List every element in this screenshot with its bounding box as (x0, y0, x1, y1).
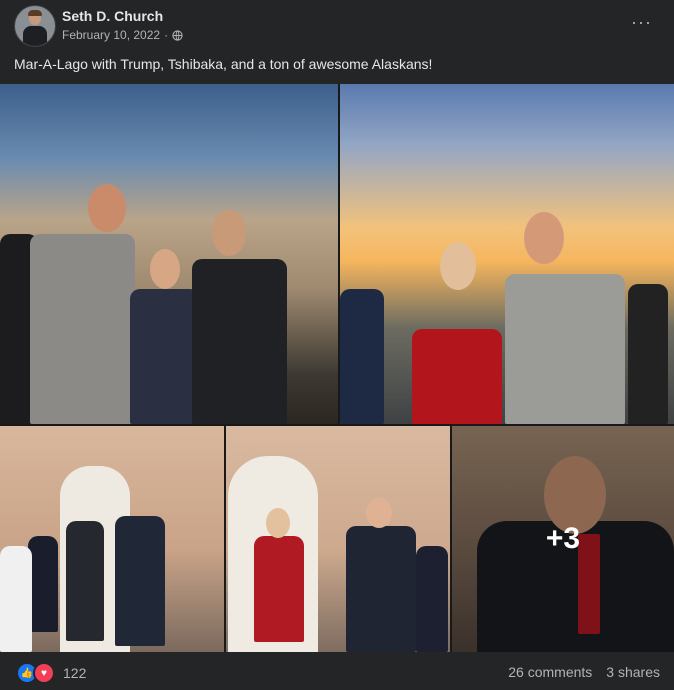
post-date[interactable]: February 10, 2022 (62, 28, 160, 42)
photo-figure (416, 546, 448, 652)
photo-figure (346, 526, 416, 652)
reaction-count: 122 (63, 665, 87, 681)
post-caption: Mar-A-Lago with Trump, Tshibaka, and a t… (14, 56, 433, 72)
photo-figure (412, 329, 502, 424)
shares-count-link[interactable]: 3 shares (606, 664, 660, 680)
photo-figure-head (212, 210, 246, 256)
photo-figure (254, 536, 304, 642)
post-header: Seth D. Church February 10, 2022 · ··· (0, 0, 674, 50)
photo-figure-head (366, 498, 392, 528)
post-stats: 26 comments 3 shares (508, 664, 660, 680)
photo-figure (130, 289, 200, 424)
photo-figure (28, 536, 58, 632)
author-avatar[interactable] (14, 5, 56, 47)
photo-figure (66, 521, 104, 641)
photo-figure (0, 546, 32, 652)
photo-figure-head (440, 242, 476, 290)
more-photos-count[interactable]: +3 (452, 426, 674, 652)
meta-separator: · (164, 28, 169, 42)
photo-2[interactable] (340, 84, 674, 424)
reactions-summary[interactable]: 👍 ♥ 122 (16, 662, 86, 684)
post-meta: February 10, 2022 · (62, 28, 183, 42)
photo-figure (192, 259, 287, 424)
photo-figure-head (150, 249, 180, 289)
photo-figure (115, 516, 165, 646)
photo-figure-head (524, 212, 564, 264)
avatar-hair (28, 10, 42, 16)
avatar-body (23, 26, 47, 46)
globe-icon[interactable] (172, 29, 183, 41)
post-footer: 👍 ♥ 122 26 comments 3 shares (0, 652, 674, 690)
photo-grid: +3 (0, 84, 674, 652)
photo-5[interactable]: +3 (452, 426, 674, 652)
photo-4[interactable] (226, 426, 450, 652)
photo-figure (340, 289, 384, 424)
more-options-button[interactable]: ··· (631, 12, 652, 33)
photo-figure-head (88, 184, 126, 232)
author-name[interactable]: Seth D. Church (62, 8, 163, 24)
photo-1[interactable] (0, 84, 338, 424)
comments-count-link[interactable]: 26 comments (508, 664, 592, 680)
photo-figure (505, 274, 625, 424)
photo-figure (30, 234, 135, 424)
photo-figure (628, 284, 668, 424)
photo-figure-head (266, 508, 290, 538)
love-reaction-icon: ♥ (33, 662, 55, 684)
photo-3[interactable] (0, 426, 224, 652)
